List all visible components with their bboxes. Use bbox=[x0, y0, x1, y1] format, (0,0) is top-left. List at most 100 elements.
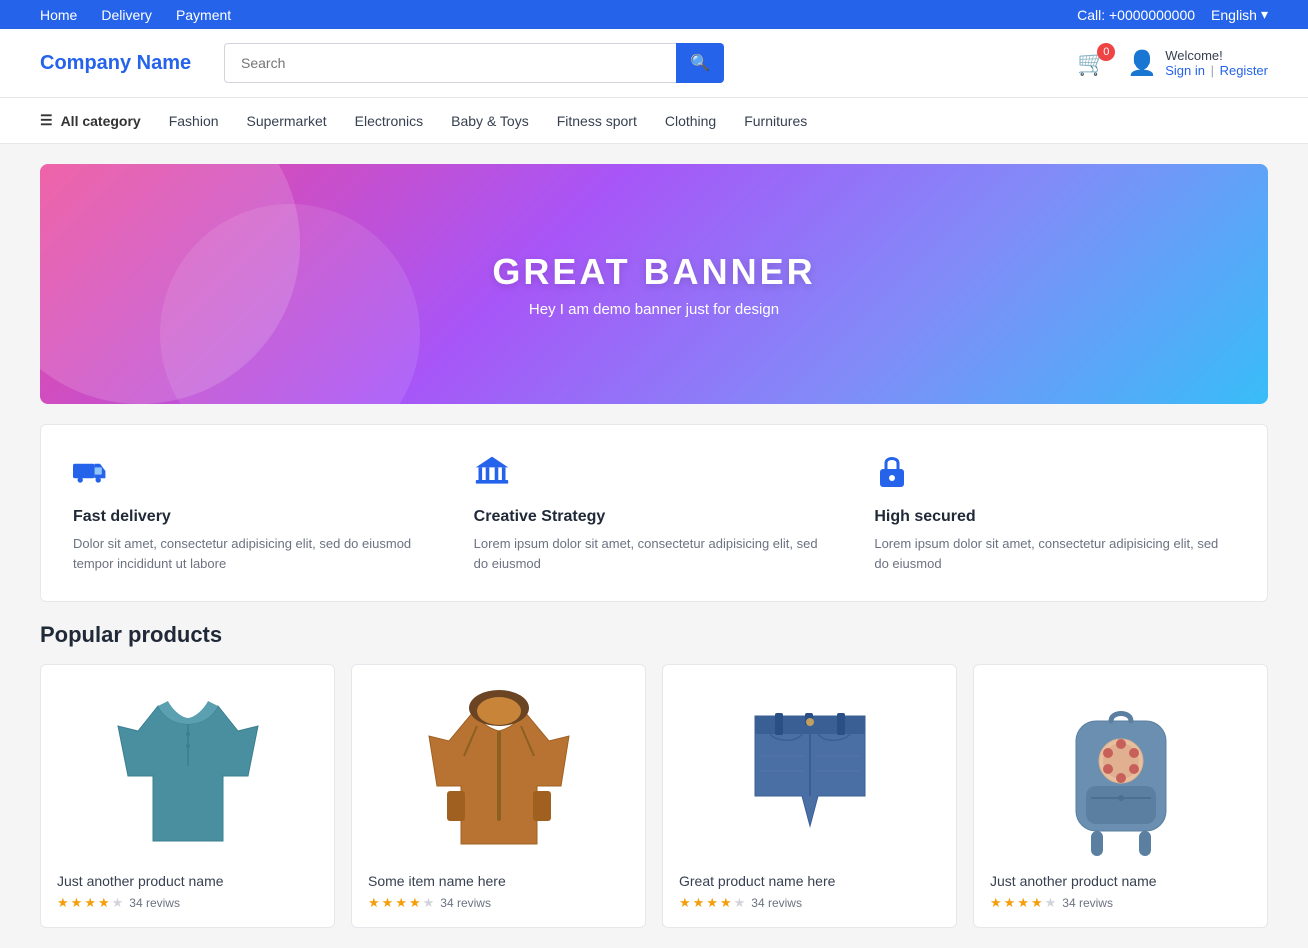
star-4: ★ bbox=[98, 895, 110, 911]
star-1: ★ bbox=[679, 895, 691, 911]
feature-delivery-desc: Dolor sit amet, consectetur adipisicing … bbox=[73, 534, 434, 573]
product-rating-3: ★ ★ ★ ★ ★ 34 reviws bbox=[679, 895, 940, 911]
feature-secured: High secured Lorem ipsum dolor sit amet,… bbox=[874, 453, 1235, 573]
phone-number: Call: +0000000000 bbox=[1077, 7, 1195, 23]
nav-fitness[interactable]: Fitness sport bbox=[557, 99, 637, 143]
review-count-4: 34 reviws bbox=[1062, 896, 1113, 910]
product-rating-2: ★ ★ ★ ★ ★ 34 reviws bbox=[368, 895, 629, 911]
cart-badge: 0 bbox=[1097, 43, 1115, 61]
feature-strategy: Creative Strategy Lorem ipsum dolor sit … bbox=[474, 453, 835, 573]
star-2: ★ bbox=[71, 895, 83, 911]
top-bar: Home Delivery Payment Call: +0000000000 … bbox=[0, 0, 1308, 29]
language-label: English bbox=[1211, 7, 1257, 23]
sign-in-link[interactable]: Sign in bbox=[1165, 63, 1205, 78]
lock-icon bbox=[874, 453, 1235, 496]
nav-baby-toys[interactable]: Baby & Toys bbox=[451, 99, 529, 143]
review-count-1: 34 reviws bbox=[129, 896, 180, 910]
star-4: ★ bbox=[409, 895, 421, 911]
star-5: ★ bbox=[423, 895, 435, 911]
search-button[interactable]: 🔍 bbox=[676, 43, 724, 83]
search-input[interactable] bbox=[224, 43, 676, 83]
product-card-3[interactable]: Great product name here ★ ★ ★ ★ ★ 34 rev… bbox=[662, 664, 957, 928]
all-category-label: All category bbox=[61, 113, 141, 129]
product-rating-1: ★ ★ ★ ★ ★ 34 reviws bbox=[57, 895, 318, 911]
popular-products-title: Popular products bbox=[40, 622, 1268, 648]
banner-subtitle: Hey I am demo banner just for design bbox=[529, 301, 779, 318]
feature-delivery-title: Fast delivery bbox=[73, 508, 434, 526]
star-2: ★ bbox=[382, 895, 394, 911]
backpack-image bbox=[1041, 686, 1201, 856]
nav-electronics[interactable]: Electronics bbox=[355, 99, 423, 143]
product-rating-4: ★ ★ ★ ★ ★ 34 reviws bbox=[990, 895, 1251, 911]
search-bar: 🔍 bbox=[224, 43, 724, 83]
header: Company Name 🔍 🛒 0 👤 Welcome! Sign in | … bbox=[0, 29, 1308, 98]
products-grid: Just another product name ★ ★ ★ ★ ★ 34 r… bbox=[40, 664, 1268, 928]
shirt-image bbox=[108, 686, 268, 856]
nav-home[interactable]: Home bbox=[40, 7, 77, 23]
product-image-3 bbox=[679, 681, 940, 861]
popular-products-section: Popular products Just another product na… bbox=[40, 622, 1268, 928]
star-2: ★ bbox=[1004, 895, 1016, 911]
star-1: ★ bbox=[368, 895, 380, 911]
user-section: 👤 Welcome! Sign in | Register bbox=[1127, 48, 1268, 78]
product-image-2 bbox=[368, 681, 629, 861]
product-card-2[interactable]: Some item name here ★ ★ ★ ★ ★ 34 reviws bbox=[351, 664, 646, 928]
welcome-text: Welcome! bbox=[1165, 48, 1268, 63]
all-category-button[interactable]: ☰ All category bbox=[40, 98, 141, 143]
product-image-4 bbox=[990, 681, 1251, 861]
star-5: ★ bbox=[734, 895, 746, 911]
feature-strategy-title: Creative Strategy bbox=[474, 508, 835, 526]
user-icon: 👤 bbox=[1127, 49, 1157, 78]
star-3: ★ bbox=[395, 895, 407, 911]
product-name-1: Just another product name bbox=[57, 873, 318, 889]
product-image-1 bbox=[57, 681, 318, 861]
star-3: ★ bbox=[84, 895, 96, 911]
product-name-4: Just another product name bbox=[990, 873, 1251, 889]
star-4: ★ bbox=[720, 895, 732, 911]
auth-links: Sign in | Register bbox=[1165, 63, 1268, 78]
nav-payment[interactable]: Payment bbox=[176, 7, 231, 23]
chevron-down-icon: ▾ bbox=[1261, 6, 1268, 23]
feature-delivery: Fast delivery Dolor sit amet, consectetu… bbox=[73, 453, 434, 573]
product-card-4[interactable]: Just another product name ★ ★ ★ ★ ★ 34 r… bbox=[973, 664, 1268, 928]
top-right: Call: +0000000000 English ▾ bbox=[1077, 6, 1268, 23]
star-1: ★ bbox=[57, 895, 69, 911]
separator: | bbox=[1211, 63, 1214, 78]
nav-clothing[interactable]: Clothing bbox=[665, 99, 716, 143]
product-name-2: Some item name here bbox=[368, 873, 629, 889]
star-4: ★ bbox=[1031, 895, 1043, 911]
feature-secured-desc: Lorem ipsum dolor sit amet, consectetur … bbox=[874, 534, 1235, 573]
bank-icon bbox=[474, 453, 835, 496]
jacket-image bbox=[419, 686, 579, 856]
nav-delivery[interactable]: Delivery bbox=[101, 7, 152, 23]
search-icon: 🔍 bbox=[690, 55, 710, 72]
feature-strategy-desc: Lorem ipsum dolor sit amet, consectetur … bbox=[474, 534, 835, 573]
star-2: ★ bbox=[693, 895, 705, 911]
register-link[interactable]: Register bbox=[1220, 63, 1268, 78]
shorts-image bbox=[730, 686, 890, 856]
banner-title: GREAT BANNER bbox=[492, 251, 815, 293]
truck-icon bbox=[73, 453, 434, 496]
product-name-3: Great product name here bbox=[679, 873, 940, 889]
nav-furnitures[interactable]: Furnitures bbox=[744, 99, 807, 143]
review-count-3: 34 reviws bbox=[751, 896, 802, 910]
top-nav: Home Delivery Payment bbox=[40, 7, 231, 23]
category-nav: ☰ All category Fashion Supermarket Elect… bbox=[0, 98, 1308, 144]
product-card-1[interactable]: Just another product name ★ ★ ★ ★ ★ 34 r… bbox=[40, 664, 335, 928]
star-1: ★ bbox=[990, 895, 1002, 911]
logo[interactable]: Company Name bbox=[40, 52, 200, 75]
cart-button[interactable]: 🛒 0 bbox=[1077, 49, 1107, 78]
language-selector[interactable]: English ▾ bbox=[1211, 6, 1268, 23]
feature-secured-title: High secured bbox=[874, 508, 1235, 526]
nav-supermarket[interactable]: Supermarket bbox=[247, 99, 327, 143]
review-count-2: 34 reviws bbox=[440, 896, 491, 910]
star-5: ★ bbox=[112, 895, 124, 911]
nav-fashion[interactable]: Fashion bbox=[169, 99, 219, 143]
hero-banner: GREAT BANNER Hey I am demo banner just f… bbox=[40, 164, 1268, 404]
star-5: ★ bbox=[1045, 895, 1057, 911]
features-section: Fast delivery Dolor sit amet, consectetu… bbox=[40, 424, 1268, 602]
header-right: 🛒 0 👤 Welcome! Sign in | Register bbox=[1077, 48, 1268, 78]
star-3: ★ bbox=[706, 895, 718, 911]
hamburger-icon: ☰ bbox=[40, 112, 53, 129]
star-3: ★ bbox=[1017, 895, 1029, 911]
